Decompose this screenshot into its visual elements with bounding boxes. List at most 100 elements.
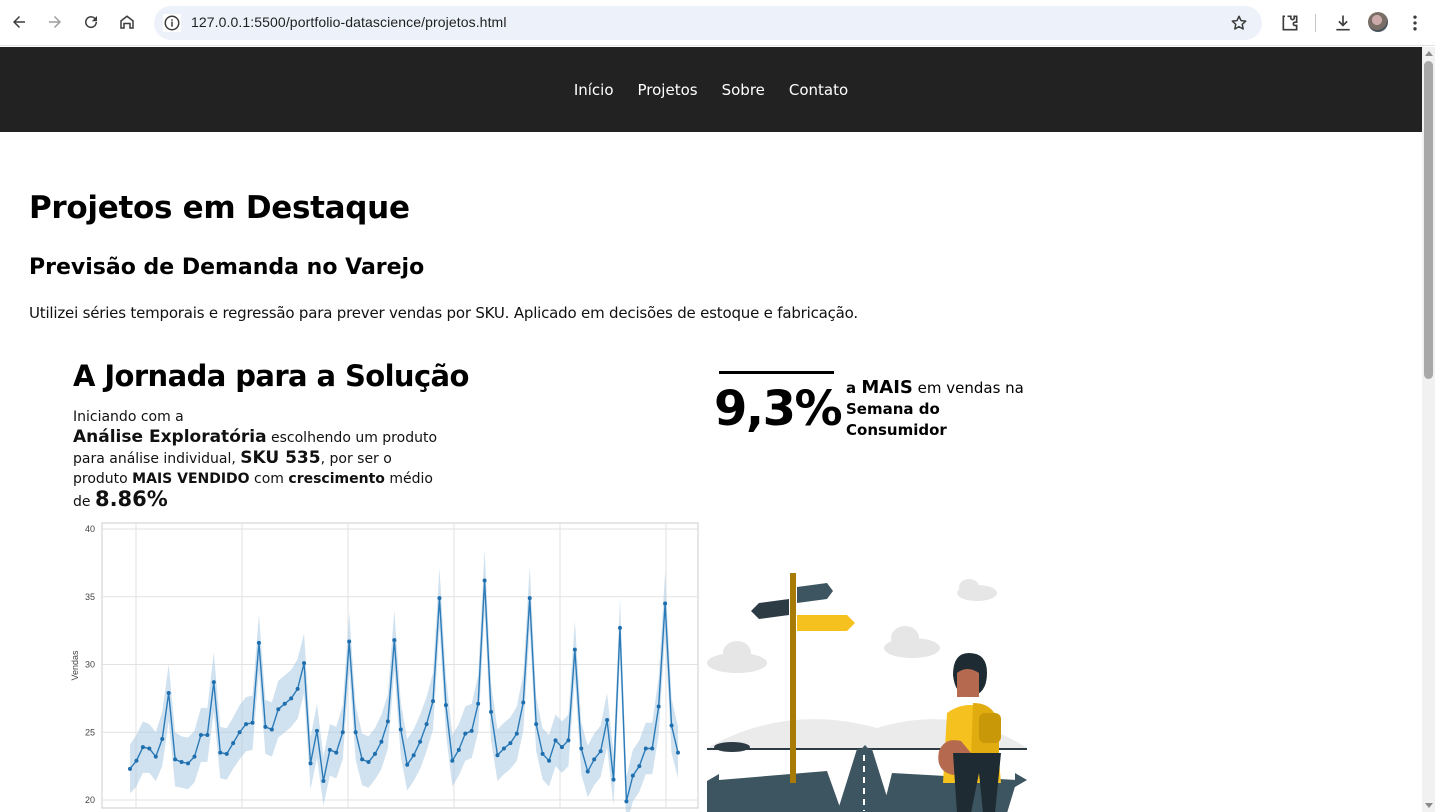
- bookmark-star-icon[interactable]: [1230, 14, 1248, 32]
- vertical-scrollbar[interactable]: [1422, 47, 1435, 812]
- data-point: [605, 718, 610, 723]
- data-point: [379, 739, 384, 744]
- data-point: [630, 773, 635, 778]
- data-point: [269, 727, 274, 732]
- data-point: [302, 661, 307, 666]
- data-point: [231, 741, 236, 746]
- data-point: [244, 722, 249, 727]
- data-point: [250, 720, 255, 725]
- data-point: [476, 701, 481, 706]
- menu-kebab-icon[interactable]: [1404, 12, 1426, 34]
- home-icon[interactable]: [113, 8, 141, 36]
- stat-mais: MAIS: [861, 377, 913, 398]
- forward-icon[interactable]: [41, 8, 69, 36]
- data-point: [147, 746, 152, 751]
- most-sold-highlight: MAIS VENDIDO: [132, 471, 250, 487]
- data-point: [295, 686, 300, 691]
- data-point: [643, 746, 648, 751]
- data-point: [508, 741, 513, 746]
- site-nav: Início Projetos Sobre Contato: [0, 47, 1422, 132]
- data-point: [198, 732, 203, 737]
- sku-highlight: SKU 535: [240, 448, 321, 468]
- data-point: [495, 753, 500, 758]
- project-title: Previsão de Demanda no Varejo: [29, 255, 425, 280]
- analysis-highlight: Análise Exploratória: [73, 427, 267, 447]
- data-point: [411, 753, 416, 758]
- scroll-down-icon[interactable]: [1425, 803, 1433, 808]
- infographic-image: A Jornada para a Solução Iniciando com a…: [55, 343, 1030, 812]
- data-point: [160, 737, 165, 742]
- data-point: [237, 730, 242, 735]
- extensions-icon[interactable]: [1279, 12, 1301, 34]
- profile-avatar[interactable]: [1368, 12, 1388, 32]
- data-point: [211, 680, 216, 685]
- data-point: [534, 722, 539, 727]
- back-icon[interactable]: [5, 8, 33, 36]
- site-info-icon[interactable]: [163, 14, 181, 32]
- y-tick-label: 35: [85, 592, 95, 602]
- data-point: [676, 750, 680, 755]
- data-point: [431, 699, 436, 704]
- data-point: [598, 749, 603, 754]
- stat-semana: Semana do Consumidor: [846, 400, 947, 439]
- data-point: [289, 696, 294, 701]
- nav-link-projetos[interactable]: Projetos: [638, 81, 698, 99]
- address-bar[interactable]: 127.0.0.1:5500/portfolio-datascience/pro…: [154, 6, 1262, 40]
- data-point: [566, 738, 571, 743]
- scroll-up-icon[interactable]: [1425, 51, 1433, 56]
- nav-link-sobre[interactable]: Sobre: [722, 81, 765, 99]
- data-point: [218, 750, 223, 755]
- intro-text: Iniciando com a: [73, 409, 184, 425]
- data-point: [572, 647, 577, 652]
- growth-value: 8.86%: [94, 487, 168, 511]
- data-point: [353, 730, 358, 735]
- data-point: [314, 728, 319, 733]
- data-point: [559, 745, 564, 750]
- data-point: [340, 730, 345, 735]
- data-point: [276, 707, 281, 712]
- stat-divider: [719, 371, 834, 374]
- data-point: [321, 779, 326, 784]
- download-icon[interactable]: [1332, 12, 1354, 34]
- data-point: [656, 704, 661, 709]
- url-text[interactable]: 127.0.0.1:5500/portfolio-datascience/pro…: [191, 14, 507, 30]
- data-point: [527, 596, 532, 601]
- nav-link-inicio[interactable]: Início: [574, 81, 614, 99]
- stat-em: em vendas na: [912, 379, 1024, 397]
- y-tick-label: 25: [85, 727, 95, 737]
- data-point: [489, 709, 494, 714]
- data-point: [617, 625, 622, 630]
- data-point: [663, 601, 668, 606]
- data-point: [263, 724, 268, 729]
- data-point: [153, 754, 158, 759]
- with-text: com: [249, 471, 289, 487]
- reload-icon[interactable]: [77, 8, 105, 36]
- data-point: [501, 746, 506, 751]
- stat-value: 9,3%: [714, 381, 843, 437]
- data-point: [140, 745, 145, 750]
- data-point: [424, 722, 429, 727]
- data-point: [579, 746, 584, 751]
- data-point: [134, 758, 139, 763]
- page-viewport: Início Projetos Sobre Contato Projetos e…: [0, 47, 1422, 812]
- y-tick-label: 30: [85, 660, 95, 670]
- scrollbar-thumb[interactable]: [1424, 61, 1433, 379]
- data-point: [637, 764, 642, 769]
- data-point: [179, 760, 184, 765]
- data-point: [450, 758, 455, 763]
- data-point: [360, 757, 365, 762]
- infographic-title: A Jornada para a Solução: [73, 359, 469, 393]
- data-point: [372, 751, 377, 756]
- data-point: [186, 761, 191, 766]
- data-point: [482, 578, 487, 583]
- growth-highlight: crescimento: [288, 471, 385, 487]
- data-point: [418, 739, 423, 744]
- data-point: [405, 762, 410, 767]
- data-point: [392, 638, 397, 643]
- data-point: [650, 746, 655, 751]
- nav-link-contato[interactable]: Contato: [789, 81, 848, 99]
- data-point: [398, 727, 403, 732]
- data-point: [547, 758, 552, 763]
- data-point: [540, 751, 545, 756]
- data-point: [327, 747, 332, 752]
